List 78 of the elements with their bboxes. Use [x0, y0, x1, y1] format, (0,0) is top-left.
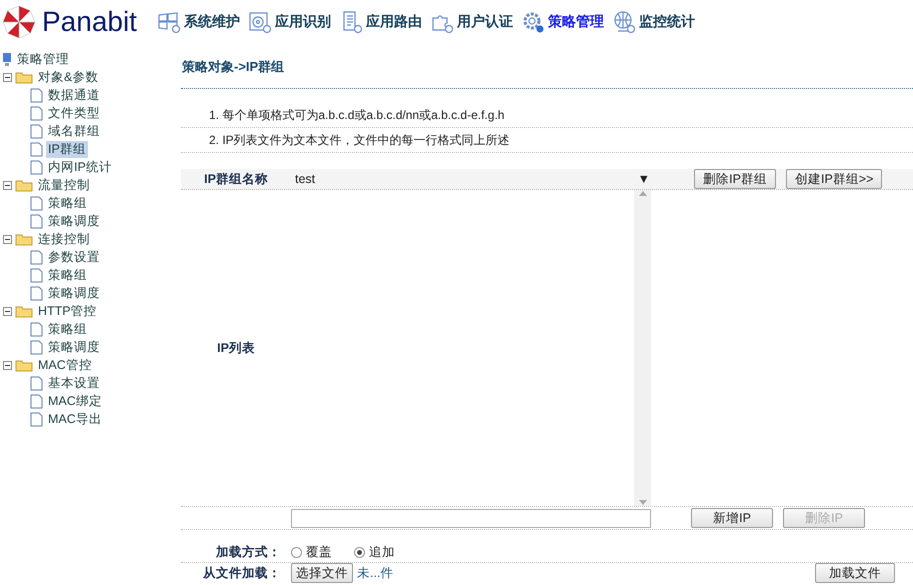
tree-item[interactable]: 文件类型 [46, 104, 102, 122]
choose-file-button[interactable]: 选择文件 [291, 563, 353, 583]
collapse-icon[interactable] [3, 72, 12, 82]
tree-folder[interactable]: 对象&参数 [36, 68, 100, 86]
action-button[interactable]: 创建IP群组>> [786, 169, 882, 189]
tree-folder[interactable]: 连接控制 [36, 230, 92, 248]
tree-root[interactable]: 策略管理 [15, 50, 71, 68]
folder-icon [15, 232, 33, 246]
action-button[interactable]: 删除IP群组 [694, 169, 776, 189]
document-icon [30, 412, 43, 426]
nav-item[interactable]: 应用路由 [336, 0, 428, 44]
nav-item[interactable]: 监控统计 [610, 0, 701, 44]
field-label: 从文件加载： [202, 564, 281, 582]
tree-folder[interactable]: HTTP管控 [36, 302, 99, 320]
tree-item[interactable]: 策略组 [46, 194, 89, 212]
document-icon [30, 214, 43, 228]
globe-icon [612, 10, 636, 34]
nav-item[interactable]: 系统维护 [154, 0, 246, 44]
document-icon [30, 340, 43, 354]
group-select[interactable]: test ▼ [291, 172, 654, 186]
collapse-icon[interactable] [3, 234, 12, 244]
document-icon [30, 196, 43, 210]
collapse-icon[interactable] [3, 180, 12, 190]
radio-button[interactable] [291, 546, 302, 558]
windows-icon [156, 10, 181, 34]
tree-item[interactable]: 数据通道 [46, 86, 102, 104]
tree-item[interactable]: 域名群组 [46, 122, 102, 140]
document-icon [30, 160, 43, 174]
computer-icon [2, 52, 12, 66]
folder-icon [15, 304, 33, 318]
tree-item[interactable]: 策略调度 [46, 338, 102, 356]
document-icon [30, 376, 43, 390]
nav-item[interactable]: 用户认证 [428, 0, 519, 44]
tree-item[interactable]: IP群组 [46, 140, 88, 158]
tree-folder[interactable]: 流量控制 [36, 176, 92, 194]
file-name: 未...件 [357, 564, 394, 582]
tree-item[interactable]: 基本设置 [46, 374, 102, 392]
folder-icon [15, 358, 33, 372]
note-text: 2. IP列表文件为文本文件，文件中的每一行格式同上所述 [181, 128, 913, 153]
radio-label: 追加 [369, 544, 395, 560]
field-label: 加载方式： [214, 544, 281, 560]
field-label: IP群组名称 [203, 170, 269, 188]
tree-item[interactable]: 策略调度 [46, 284, 102, 302]
tree-item[interactable]: 策略组 [46, 320, 89, 338]
folder-icon [15, 70, 33, 84]
document-icon [30, 286, 43, 300]
umbrella-logo-icon [2, 5, 36, 39]
gear-icon [520, 10, 545, 34]
action-button[interactable]: 新增IP [691, 508, 773, 528]
document-icon [30, 88, 43, 102]
page-title: 策略对象->IP群组 [181, 58, 286, 76]
tree-item[interactable]: 策略调度 [46, 212, 102, 230]
tree-folder[interactable]: MAC管控 [36, 356, 94, 374]
radio-label: 覆盖 [306, 544, 332, 560]
nav-item[interactable]: 策略管理 [518, 0, 610, 44]
disc-icon [248, 10, 272, 34]
ip-input-field[interactable] [291, 508, 651, 528]
nav-item[interactable]: 应用识别 [246, 0, 337, 44]
document-icon [30, 142, 43, 156]
tree-item[interactable]: 内网IP统计 [46, 158, 114, 176]
tree-item[interactable]: 参数设置 [46, 248, 102, 266]
load-file-button[interactable]: 加载文件 [815, 563, 895, 583]
collapse-icon[interactable] [3, 306, 12, 316]
document-icon [30, 394, 43, 408]
folder-icon [15, 178, 33, 192]
radio-button[interactable] [354, 546, 365, 558]
document-icon [30, 268, 43, 282]
document-icon [30, 322, 43, 336]
note-text: 1. 每个单项格式可为a.b.c.d或a.b.c.d/nn或a.b.c.d-e.f.g.h [181, 103, 913, 128]
field-label: IP列表 [216, 340, 256, 356]
collapse-icon[interactable] [3, 360, 12, 370]
tree-item[interactable]: MAC导出 [46, 410, 104, 428]
brand-name: Panabit [42, 6, 137, 38]
document-icon [30, 124, 43, 138]
document-icon [30, 250, 43, 264]
tree-item[interactable]: MAC绑定 [46, 392, 104, 410]
tree-item[interactable]: 策略组 [46, 266, 89, 284]
document-icon [30, 106, 43, 120]
